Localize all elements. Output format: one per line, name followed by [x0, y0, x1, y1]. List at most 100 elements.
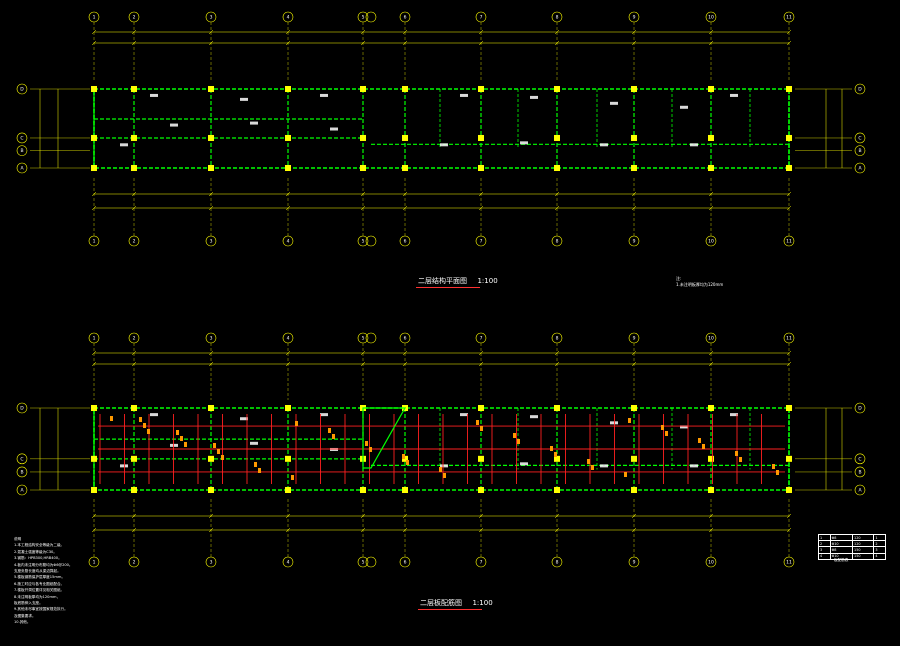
row-axis-label: B	[858, 148, 861, 154]
bottom-plan-scale: 1:100	[472, 599, 493, 607]
column	[131, 134, 137, 141]
rebar-label-mark	[517, 439, 520, 444]
rebar-label-mark	[772, 464, 775, 469]
column	[786, 455, 792, 462]
axis-label: 8	[556, 239, 559, 245]
annotation-mark	[530, 415, 538, 419]
rebar-label-mark	[554, 452, 557, 457]
column	[285, 86, 291, 92]
rebar-label-mark	[369, 447, 372, 452]
axis-label: 11	[786, 336, 792, 342]
column	[208, 487, 214, 493]
row-axis-label: B	[20, 148, 23, 154]
axis-label: 7	[480, 560, 483, 566]
axis-label: 1	[93, 560, 96, 566]
axis-label: 9	[633, 239, 636, 245]
bottom-plan-title-underline	[418, 609, 482, 610]
annotation-mark	[320, 413, 328, 417]
column	[478, 405, 484, 411]
axis-label: 7	[480, 336, 483, 342]
annotation-mark	[680, 105, 688, 109]
annotation-mark	[150, 93, 158, 97]
rebar-label-mark	[295, 421, 298, 426]
column	[360, 487, 366, 493]
annotation-mark	[610, 421, 618, 425]
rebar-label-mark	[702, 444, 705, 449]
axis-label: 8	[556, 560, 559, 566]
axis-label: 1	[93, 336, 96, 342]
annotation-mark	[440, 143, 448, 147]
column	[708, 455, 714, 462]
axis-label: 11	[786, 560, 792, 566]
axis-label: 4	[287, 560, 290, 566]
annotation-mark	[460, 93, 468, 97]
axis-label: 5	[362, 15, 365, 21]
annotation-mark	[250, 441, 258, 445]
rebar-label-mark	[213, 443, 216, 448]
annotation-mark	[610, 101, 618, 105]
top-plan-note-text: 1.未注明板厚均为120mm	[676, 282, 724, 287]
column	[208, 455, 214, 462]
axis-label: 1	[93, 15, 96, 21]
column	[208, 134, 214, 141]
row-axis-label: B	[858, 470, 861, 476]
axis-label: 11	[786, 15, 792, 21]
note-item: 1.本工程结构安全等级为二级。	[14, 543, 65, 548]
axis-label: 11	[786, 239, 792, 245]
note-item: 10.其他。	[14, 620, 31, 625]
axis-label: 5	[362, 336, 365, 342]
legend-row: 4 Φ10 150 4	[818, 552, 886, 560]
row-axis-label: C	[858, 136, 861, 142]
axis-label: 9	[633, 560, 636, 566]
annotation-mark	[330, 127, 338, 131]
column	[91, 165, 97, 171]
column	[91, 487, 97, 493]
column	[786, 165, 792, 171]
annotation-mark	[170, 443, 178, 447]
axis-label: 4	[287, 239, 290, 245]
top-plan-title-text: 二层结构平面图	[418, 277, 467, 285]
note-item: 5.楼板钢筋保护层厚度15mm。	[14, 575, 65, 580]
column	[786, 134, 792, 141]
axis-label: 10	[708, 239, 714, 245]
column	[360, 86, 366, 92]
column	[786, 487, 792, 493]
row-axis-label: C	[20, 456, 23, 462]
axis-label: 3	[210, 336, 213, 342]
column	[131, 455, 137, 462]
axis-label: 2	[133, 15, 136, 21]
axis-label: 5	[362, 239, 365, 245]
column	[631, 487, 637, 493]
column	[131, 165, 137, 171]
rebar-label-mark	[147, 429, 150, 434]
structural-drawing-canvas: 11223344556677889910101111D DC CB BA A 11223…	[0, 0, 900, 646]
axis-label: 6	[404, 560, 407, 566]
legend-caption: 板配筋表	[834, 558, 849, 562]
column	[91, 134, 97, 141]
note-item: 9.其他未尽事宜按国家规范执行。	[14, 607, 68, 612]
rebar-label-mark	[628, 418, 631, 423]
column	[554, 134, 560, 141]
rebar-label-mark	[110, 416, 113, 421]
column	[91, 86, 97, 92]
column	[285, 405, 291, 411]
rebar-label-mark	[513, 433, 516, 438]
column	[402, 134, 408, 141]
column	[554, 405, 560, 411]
legend-cell: 4	[873, 552, 886, 560]
column	[402, 165, 408, 171]
axis-label: 6	[404, 336, 407, 342]
rebar-label-mark	[665, 431, 668, 436]
column	[786, 405, 792, 411]
annotation-mark	[150, 413, 158, 417]
axis-label: 9	[633, 15, 636, 21]
column	[285, 165, 291, 171]
rebar-label-mark	[332, 434, 335, 439]
row-axis-label: D	[858, 406, 862, 412]
rebar-label-mark	[221, 455, 224, 460]
annotation-mark	[520, 141, 528, 145]
column	[285, 487, 291, 493]
row-axis-label: B	[20, 470, 23, 476]
column	[285, 455, 291, 462]
rebar-label-mark	[180, 436, 183, 441]
